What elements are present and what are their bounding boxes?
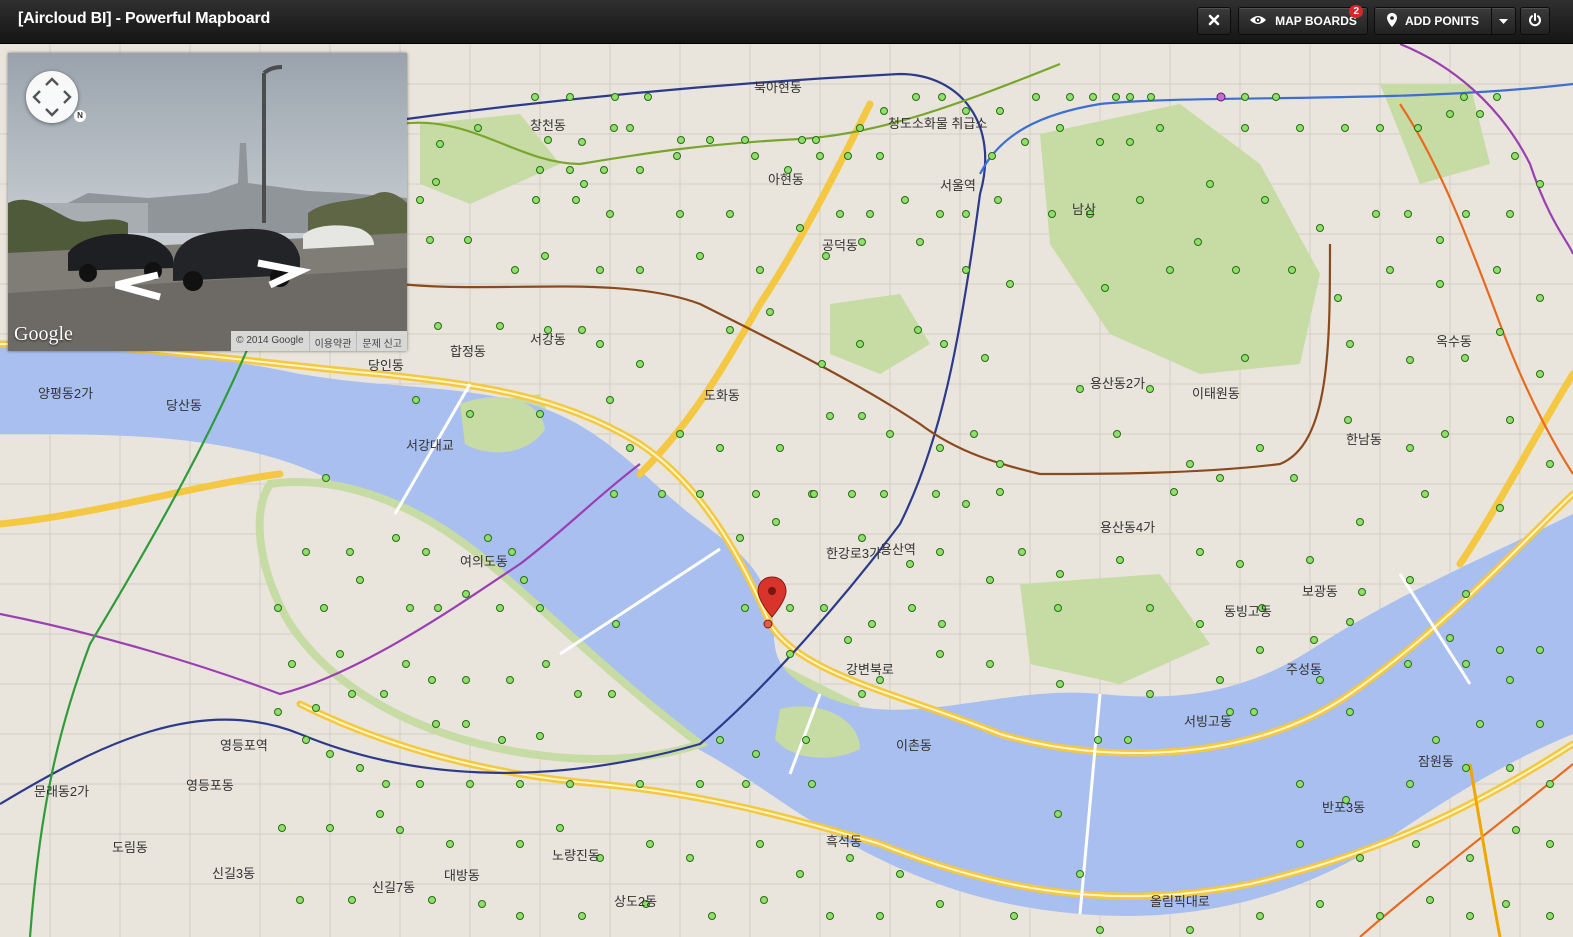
place-label: 서강동 xyxy=(530,332,566,347)
place-label: 보광동 xyxy=(1302,584,1338,599)
place-label: 여의도동 xyxy=(460,554,508,569)
place-label: 올림픽대로 xyxy=(1150,894,1210,909)
place-label: 공덕동 xyxy=(822,238,858,253)
place-label: 주성동 xyxy=(1286,662,1322,677)
place-label: 합정동 xyxy=(450,344,486,359)
map-boards-count-badge: 2 xyxy=(1349,5,1363,18)
pan-arrows-icon xyxy=(32,77,72,117)
place-label: 북아현동 xyxy=(754,80,802,95)
place-label: 흑석동 xyxy=(826,834,862,849)
eye-icon xyxy=(1249,14,1267,29)
place-label: 용산동2가 xyxy=(1090,376,1145,391)
close-button[interactable] xyxy=(1197,7,1231,35)
map-boards-button[interactable]: MAP BOARDS 2 xyxy=(1238,5,1368,35)
place-label: 서울역 xyxy=(940,178,976,193)
add-points-button[interactable]: ADD PONITS xyxy=(1374,7,1492,35)
place-label: 신길3동 xyxy=(212,866,255,881)
add-points-dropdown-toggle[interactable] xyxy=(1491,7,1516,35)
power-icon xyxy=(1528,12,1542,30)
app-title: [Aircloud BI] - Powerful Mapboard xyxy=(18,10,271,27)
place-label: 도화동 xyxy=(704,388,740,403)
place-label: 아현동 xyxy=(768,172,804,187)
place-label: 남산 xyxy=(1072,202,1096,217)
compass-north-icon: N xyxy=(74,110,86,122)
place-label: 신길7동 xyxy=(372,880,415,895)
place-label: 도림동 xyxy=(112,840,148,855)
map-boards-label: MAP BOARDS xyxy=(1275,14,1357,28)
place-label: 대방동 xyxy=(444,868,480,883)
place-label: 창천동 xyxy=(530,118,566,133)
place-label: 한강로3가 xyxy=(826,546,881,561)
place-label: 반포3동 xyxy=(1322,800,1365,815)
place-label: 용산역 xyxy=(880,542,916,557)
place-label: 양평동2가 xyxy=(38,386,93,401)
place-label: 서강대교 xyxy=(406,438,454,453)
place-label: 한남동 xyxy=(1346,432,1382,447)
add-points-label: ADD PONITS xyxy=(1404,14,1479,28)
place-label: 서빙고동 xyxy=(1184,714,1232,729)
copyright-text: © 2014 Google xyxy=(236,335,304,346)
place-label: 옥수동 xyxy=(1436,334,1472,349)
map-pin-icon xyxy=(1386,12,1397,30)
place-label: 청도소화물 취급소 xyxy=(888,116,987,131)
place-label: 상도2동 xyxy=(614,894,657,909)
place-label: 용산동4가 xyxy=(1100,520,1155,535)
place-label: 당인동 xyxy=(368,358,404,373)
street-view-panel[interactable]: N Google © 2014 Google 이용약관 문제 신고 xyxy=(8,53,407,351)
street-view-footer: © 2014 Google 이용약관 문제 신고 xyxy=(231,331,407,351)
place-label: 동빙고동 xyxy=(1224,604,1272,619)
place-label: 잠원동 xyxy=(1418,754,1454,769)
place-label: 문래동2가 xyxy=(34,784,89,799)
place-label: 강변북로 xyxy=(846,662,894,677)
place-label: 노량진동 xyxy=(552,848,600,863)
place-label: 당산동 xyxy=(166,398,202,413)
street-view-pan-control[interactable] xyxy=(26,71,78,123)
place-label: 영등포역 xyxy=(220,738,268,753)
power-button[interactable] xyxy=(1520,7,1550,35)
terms-link[interactable]: 이용약관 xyxy=(308,331,357,351)
place-label: 이촌동 xyxy=(896,738,932,753)
report-problem-link[interactable]: 문제 신고 xyxy=(356,331,407,351)
place-label: 이태원동 xyxy=(1192,386,1240,401)
caret-down-icon xyxy=(1499,14,1508,28)
place-label: 영등포동 xyxy=(186,778,234,793)
top-bar: [Aircloud BI] - Powerful Mapboard MAP BO… xyxy=(0,0,1573,44)
times-icon xyxy=(1208,14,1220,29)
google-logo: Google xyxy=(14,323,73,345)
